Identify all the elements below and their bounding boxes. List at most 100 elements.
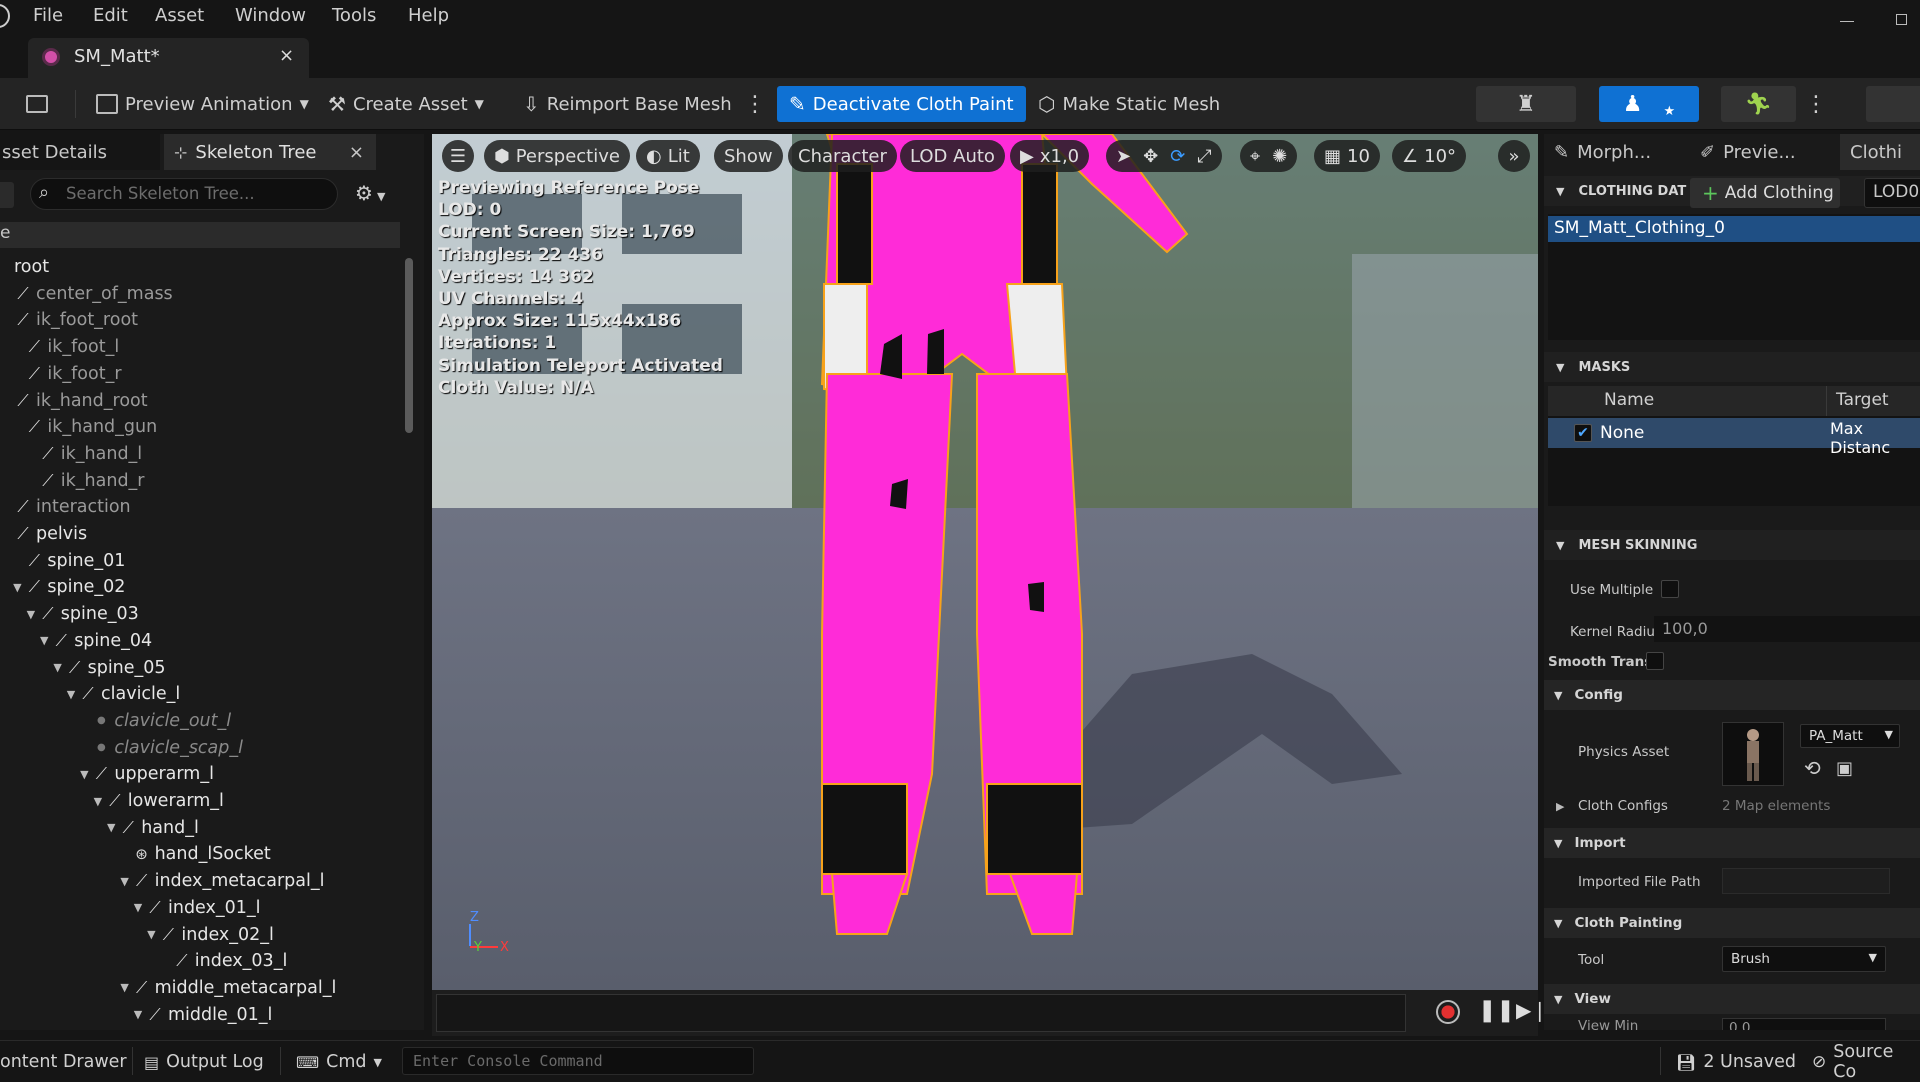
expand-arrow-icon[interactable]: ▼ [25,608,37,621]
physics-mode-button[interactable] [1866,86,1920,122]
tree-row-middle-metacarpal-l[interactable]: ▼ ⟋ middle_metacarpal_l [0,975,410,1001]
tree-row-ik-hand-gun[interactable]: ⟋ ik_hand_gun [0,414,410,440]
expand-arrow-icon[interactable]: ▼ [38,634,50,647]
minimize-icon[interactable] [1840,8,1854,22]
viewport[interactable]: ☰ ⬢ Perspective ◐ Lit Show Character LOD A… [432,134,1538,990]
imported-file-path-field[interactable] [1722,868,1890,894]
expand-toolbar-button[interactable]: » [1498,140,1530,172]
cloth-painting-header[interactable]: ▼ Cloth Painting [1544,908,1920,938]
menu-window[interactable]: Window [235,5,306,26]
character-button[interactable]: Character [788,140,897,172]
translate-icon[interactable]: ✥ [1143,146,1158,167]
lit-button[interactable]: ◐ Lit [636,140,700,172]
local-space-icon[interactable]: ⌖ [1250,146,1260,167]
menu-asset[interactable]: Asset [155,5,204,26]
expand-arrow-icon[interactable]: ▼ [65,688,77,701]
add-clothing-button[interactable]: + Add Clothing [1690,178,1840,208]
tool-dropdown[interactable]: Brush ▼ [1722,946,1886,972]
skeleton-mode-button[interactable]: ♜ [1476,86,1576,122]
tree-scrollbar[interactable] [405,258,413,433]
scale-icon[interactable]: ⤢ [1197,146,1211,167]
menu-edit[interactable]: Edit [93,5,128,26]
menu-file[interactable]: File [33,5,63,26]
import-header[interactable]: ▼ Import [1544,828,1920,858]
tree-row-ik-foot-r[interactable]: ⟋ ik_foot_r [0,361,410,387]
mesh-mode-button[interactable]: ♟ ★ [1599,86,1699,122]
more-options-icon[interactable]: ⋮ [736,86,774,122]
config-header[interactable]: ▼ Config [1544,680,1920,710]
close-tab-icon[interactable]: × [349,142,364,163]
tree-row-pelvis[interactable]: ⟋ pelvis [0,521,410,547]
tree-row-upperarm-l[interactable]: ▼ ⟋ upperarm_l [0,761,410,787]
use-selected-icon[interactable]: ⟲ [1804,756,1821,780]
tree-column-header[interactable]: e [0,222,400,248]
physics-asset-dropdown[interactable]: PA_Matt ▼ [1800,724,1900,748]
select-icon[interactable]: ➤ [1116,146,1131,167]
reimport-base-mesh-button[interactable]: ⇩ Reimport Base Mesh [515,86,740,122]
tree-row-clavicle-scap-l[interactable]: ● clavicle_scap_l [0,735,410,761]
smooth-transition-checkbox[interactable] [1646,652,1664,670]
expand-arrow-icon[interactable]: ▼ [11,581,23,594]
tree-row-clavicle-l[interactable]: ▼ ⟋ clavicle_l [0,681,410,707]
tree-row-spine-01[interactable]: ⟋ spine_01 [0,548,410,574]
tree-row-spine-03[interactable]: ▼ ⟋ spine_03 [0,601,410,627]
use-multiple-checkbox[interactable] [1661,580,1679,598]
mode-more-icon[interactable]: ⋮ [1797,86,1835,122]
tree-row-center-of-mass[interactable]: ⟋ center_of_mass [0,281,410,307]
deactivate-cloth-paint-button[interactable]: ✎ Deactivate Cloth Paint [777,86,1026,122]
tree-row-spine-02[interactable]: ▼ ⟋ spine_02 [0,574,410,600]
tab-clothing[interactable]: Clothi [1840,134,1920,170]
filter-icon[interactable] [0,182,14,208]
cmd-dropdown[interactable]: ⌨ Cmd ▼ [296,1049,382,1075]
tree-row-hand-lsocket[interactable]: ⊛ hand_lSocket [0,841,410,867]
source-control-button[interactable]: ⊘ Source Co [1812,1042,1920,1082]
lod-selector[interactable]: LOD0 [1864,178,1920,208]
menu-help[interactable]: Help [408,5,449,26]
record-icon[interactable] [1436,1000,1460,1024]
expand-arrow-icon[interactable]: ▼ [119,981,131,994]
tree-row-index-03-l[interactable]: ⟋ index_03_l [0,948,410,974]
tree-row-middle-01-l[interactable]: ▼ ⟋ middle_01_l [0,1002,410,1024]
expand-arrow-icon[interactable]: ▼ [78,768,90,781]
masks-header[interactable]: ▼ MASKS [1544,352,1920,382]
lod-button[interactable]: LOD Auto [900,140,1005,172]
tab-preview-settings[interactable]: ✐ Previe... [1694,134,1834,170]
expand-arrow-icon[interactable]: ▼ [132,901,144,914]
expand-arrow-icon[interactable]: ▶ [1556,800,1564,813]
expand-arrow-icon[interactable]: ▼ [119,875,131,888]
rotate-icon[interactable]: ⟳ [1170,146,1185,167]
tree-row-spine-05[interactable]: ▼ ⟋ spine_05 [0,655,410,681]
pause-icon[interactable]: ❚❚ [1478,998,1515,1023]
view-min-input[interactable]: 0,0 [1722,1018,1886,1030]
tree-row-ik-foot-l[interactable]: ⟋ ik_foot_l [0,334,410,360]
menu-tools[interactable]: Tools [332,5,376,26]
tree-row-ik-hand-l[interactable]: ⟋ ik_hand_l [0,441,410,467]
settings-gear-icon[interactable]: ⚙ ▼ [355,181,385,205]
mesh-skinning-header[interactable]: ▼ MESH SKINNING [1544,530,1920,560]
tree-row-ik-hand-root[interactable]: ⟋ ik_hand_root [0,388,410,414]
tree-row-index-metacarpal-l[interactable]: ▼ ⟋ index_metacarpal_l [0,868,410,894]
animation-mode-button[interactable]: 🏃︎ [1721,86,1796,122]
mask-enabled-checkbox[interactable]: ✔ [1574,424,1592,442]
unsaved-button[interactable]: 💾︎ 2 Unsaved [1676,1049,1796,1075]
timeline-scrubber[interactable] [436,994,1406,1032]
play-speed-button[interactable]: ▶ x1,0 [1010,140,1090,172]
tree-row-clavicle-out-l[interactable]: ● clavicle_out_l [0,708,410,734]
view-header[interactable]: ▼ View [1544,984,1920,1014]
tree-row-root[interactable]: root [0,254,410,280]
tree-row-ik-hand-r[interactable]: ⟋ ik_hand_r [0,468,410,494]
mask-row[interactable]: ✔ None Max Distanc [1548,418,1920,457]
tree-row-spine-04[interactable]: ▼ ⟋ spine_04 [0,628,410,654]
close-tab-icon[interactable]: × [279,45,294,66]
tab-asset-details[interactable]: sset Details [0,134,160,170]
col-name[interactable]: Name [1604,390,1654,410]
col-target[interactable]: Target [1836,390,1889,410]
surface-snap-icon[interactable]: ✺ [1272,146,1287,167]
make-static-mesh-button[interactable]: ⬡ Make Static Mesh [1030,86,1228,122]
content-drawer-button[interactable]: ontent Drawer [0,1049,127,1075]
tab-morph-targets[interactable]: ✎ Morph... [1548,134,1678,170]
tree-row-index-02-l[interactable]: ▼ ⟋ index_02_l [0,922,410,948]
tree-row-index-01-l[interactable]: ▼ ⟋ index_01_l [0,895,410,921]
viewport-menu-button[interactable]: ☰ [442,140,474,172]
preview-animation-button[interactable]: Preview Animation ▼ [88,86,317,122]
